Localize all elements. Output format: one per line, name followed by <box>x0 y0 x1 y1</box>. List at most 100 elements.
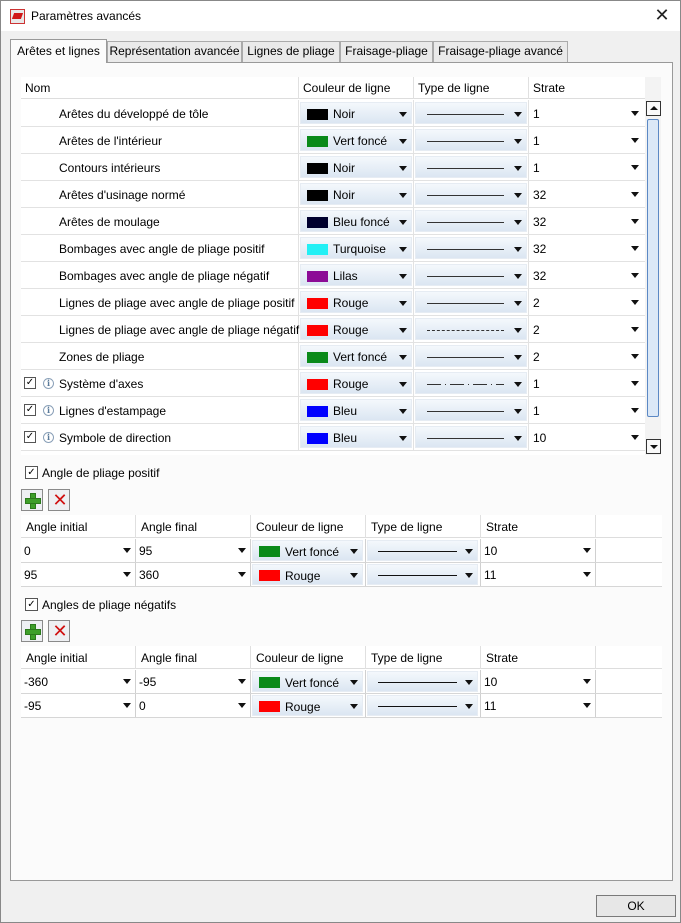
table-row[interactable]: Arêtes d'usinage normé Noir 32 <box>21 181 645 208</box>
line-color-dropdown[interactable]: Vert foncé <box>300 129 412 151</box>
line-type-dropdown[interactable] <box>367 695 478 716</box>
strata-dropdown[interactable]: 32 <box>529 235 645 261</box>
info-icon[interactable]: i <box>43 378 54 389</box>
header-line-color[interactable]: Couleur de ligne <box>299 77 414 99</box>
strata-dropdown[interactable]: 1 <box>529 127 645 153</box>
line-color-dropdown[interactable]: Lilas <box>300 264 412 286</box>
line-type-dropdown[interactable] <box>415 399 527 421</box>
strata-dropdown[interactable]: 10 <box>481 670 596 693</box>
table-row[interactable]: 95 360 Rouge 11 <box>21 563 662 587</box>
header-line-type[interactable]: Type de ligne <box>366 646 481 669</box>
info-icon[interactable]: i <box>43 405 54 416</box>
line-type-dropdown[interactable] <box>367 540 478 561</box>
line-type-dropdown[interactable] <box>415 210 527 232</box>
scroll-thumb[interactable] <box>647 119 659 417</box>
angle-final-dropdown[interactable]: 0 <box>136 694 251 717</box>
positive-angle-checkbox[interactable]: ✓ <box>25 466 38 479</box>
line-color-dropdown[interactable]: Vert foncé <box>252 671 363 692</box>
table-row[interactable]: ✓ i Système d'axes Rouge 1 <box>21 370 645 397</box>
header-angle-final[interactable]: Angle final <box>136 646 251 669</box>
line-color-dropdown[interactable]: Bleu foncé <box>300 210 412 232</box>
angle-final-dropdown[interactable]: -95 <box>136 670 251 693</box>
close-button[interactable]: ✕ <box>650 4 674 28</box>
line-type-dropdown[interactable] <box>415 102 527 124</box>
row-checkbox[interactable]: ✓ <box>24 431 36 443</box>
header-angle-final[interactable]: Angle final <box>136 515 251 538</box>
strata-dropdown[interactable]: 2 <box>529 343 645 369</box>
line-color-dropdown[interactable]: Bleu <box>300 399 412 421</box>
grid-scrollbar[interactable] <box>645 77 661 455</box>
line-type-dropdown[interactable] <box>415 183 527 205</box>
line-color-dropdown[interactable]: Rouge <box>300 318 412 340</box>
line-type-dropdown[interactable] <box>415 264 527 286</box>
line-color-dropdown[interactable]: Rouge <box>300 291 412 313</box>
line-color-dropdown[interactable]: Rouge <box>300 372 412 394</box>
line-type-dropdown[interactable] <box>415 237 527 259</box>
table-row[interactable]: Lignes de pliage avec angle de pliage né… <box>21 316 645 343</box>
angle-initial-dropdown[interactable]: -95 <box>21 694 136 717</box>
line-type-dropdown[interactable] <box>415 345 527 367</box>
table-row[interactable]: -360 -95 Vert foncé 10 <box>21 670 662 694</box>
header-line-type[interactable]: Type de ligne <box>414 77 529 99</box>
tab-fraisage-pliage-avance[interactable]: Fraisage-pliage avancé <box>433 41 568 62</box>
delete-positive-row-button[interactable]: ✕ <box>48 489 70 511</box>
table-row[interactable]: Arêtes de moulage Bleu foncé 32 <box>21 208 645 235</box>
line-color-dropdown[interactable]: Noir <box>300 183 412 205</box>
angle-final-dropdown[interactable]: 95 <box>136 539 251 562</box>
strata-dropdown[interactable]: 32 <box>529 181 645 207</box>
header-angle-initial[interactable]: Angle initial <box>21 646 136 669</box>
table-row[interactable]: Lignes de pliage avec angle de pliage po… <box>21 289 645 316</box>
line-color-dropdown[interactable]: Rouge <box>252 695 363 716</box>
line-color-dropdown[interactable]: Noir <box>300 102 412 124</box>
line-type-dropdown[interactable] <box>415 156 527 178</box>
header-line-type[interactable]: Type de ligne <box>366 515 481 538</box>
delete-negative-row-button[interactable]: ✕ <box>48 620 70 642</box>
tab-aretes-et-lignes[interactable]: Arêtes et lignes <box>10 39 107 63</box>
line-color-dropdown[interactable]: Bleu <box>300 426 412 448</box>
line-color-dropdown[interactable]: Rouge <box>252 564 363 585</box>
line-type-dropdown[interactable] <box>415 372 527 394</box>
row-checkbox[interactable]: ✓ <box>24 404 36 416</box>
ok-button[interactable]: OK <box>596 895 676 917</box>
strata-dropdown[interactable]: 32 <box>529 262 645 288</box>
header-strata[interactable]: Strate <box>481 515 596 538</box>
header-strata[interactable]: Strate <box>529 77 645 99</box>
tab-lignes-de-pliage[interactable]: Lignes de pliage <box>242 41 340 62</box>
table-row[interactable]: 0 95 Vert foncé 10 <box>21 539 662 563</box>
line-type-dropdown[interactable] <box>415 426 527 448</box>
strata-dropdown[interactable]: 10 <box>481 539 596 562</box>
angle-initial-dropdown[interactable]: 95 <box>21 563 136 586</box>
strata-dropdown[interactable]: 10 <box>529 424 645 450</box>
negative-angle-checkbox[interactable]: ✓ <box>25 598 38 611</box>
scroll-up-button[interactable] <box>646 101 661 116</box>
table-row[interactable]: -95 0 Rouge 11 <box>21 694 662 718</box>
line-type-dropdown[interactable] <box>367 671 478 692</box>
header-strata[interactable]: Strate <box>481 646 596 669</box>
strata-dropdown[interactable]: 2 <box>529 316 645 342</box>
info-icon[interactable]: i <box>43 432 54 443</box>
table-row[interactable]: Contours intérieurs Noir 1 <box>21 154 645 181</box>
angle-final-dropdown[interactable]: 360 <box>136 563 251 586</box>
strata-dropdown[interactable]: 1 <box>529 154 645 180</box>
scroll-down-button[interactable] <box>646 439 661 454</box>
strata-dropdown[interactable]: 2 <box>529 289 645 315</box>
header-line-color[interactable]: Couleur de ligne <box>251 515 366 538</box>
strata-dropdown[interactable]: 1 <box>529 370 645 396</box>
strata-dropdown[interactable]: 11 <box>481 694 596 717</box>
table-row[interactable]: Arêtes de l'intérieur Vert foncé 1 <box>21 127 645 154</box>
line-type-dropdown[interactable] <box>367 564 478 585</box>
tab-representation-avancee[interactable]: Représentation avancée <box>107 41 242 62</box>
row-checkbox[interactable]: ✓ <box>24 377 36 389</box>
line-color-dropdown[interactable]: Vert foncé <box>252 540 363 561</box>
header-name[interactable]: Nom <box>21 77 299 99</box>
angle-initial-dropdown[interactable]: -360 <box>21 670 136 693</box>
table-row[interactable]: Arêtes du développé de tôle Noir 1 <box>21 100 645 127</box>
table-row[interactable]: Bombages avec angle de pliage négatif Lil… <box>21 262 645 289</box>
angle-initial-dropdown[interactable]: 0 <box>21 539 136 562</box>
strata-dropdown[interactable]: 32 <box>529 208 645 234</box>
line-type-dropdown[interactable] <box>415 129 527 151</box>
header-angle-initial[interactable]: Angle initial <box>21 515 136 538</box>
line-color-dropdown[interactable]: Turquoise <box>300 237 412 259</box>
add-positive-row-button[interactable] <box>21 489 43 511</box>
header-line-color[interactable]: Couleur de ligne <box>251 646 366 669</box>
